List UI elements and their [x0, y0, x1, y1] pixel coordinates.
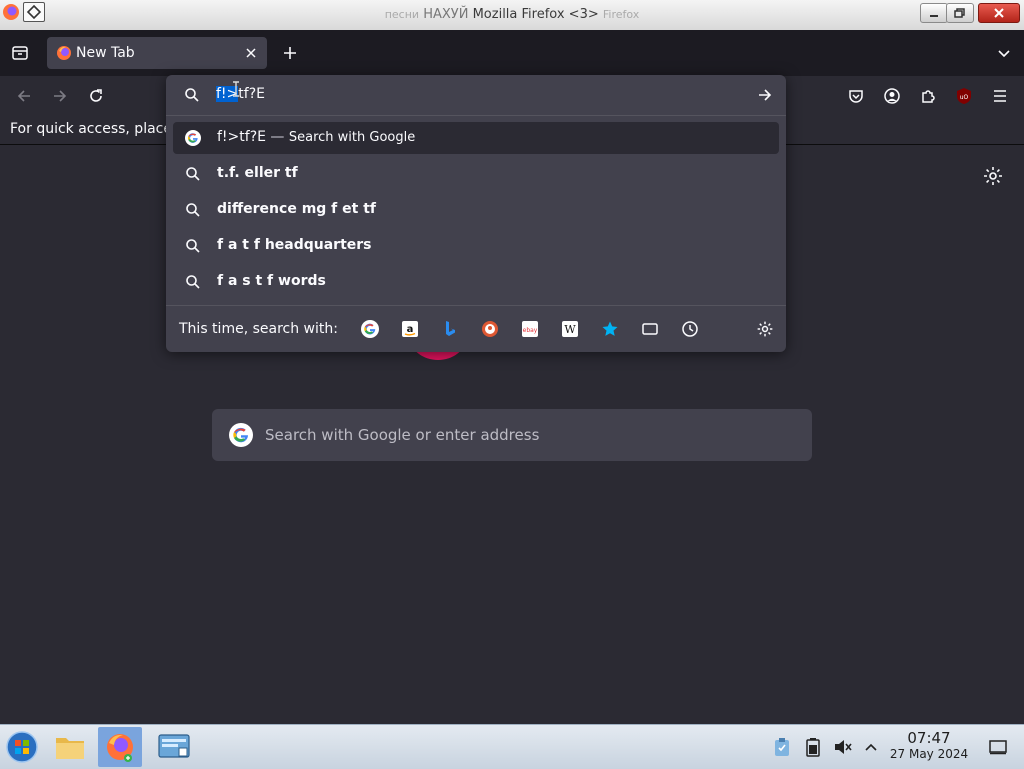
- google-icon[interactable]: [361, 320, 379, 338]
- volume-muted-icon[interactable]: [833, 737, 853, 757]
- close-window-button[interactable]: [978, 3, 1020, 23]
- history-icon[interactable]: [681, 320, 699, 338]
- urlbar-input[interactable]: f!>tf?E: [166, 75, 786, 116]
- svg-text:a: a: [407, 324, 414, 335]
- result-row-suggestion[interactable]: difference mg f et tf: [173, 194, 779, 226]
- taskbar: 07:47 27 May 2024: [0, 724, 1024, 769]
- firefox-view-button[interactable]: [5, 38, 35, 68]
- start-menu-button[interactable]: [0, 727, 44, 767]
- tray-expand-icon[interactable]: [861, 737, 881, 757]
- search-settings-gear-icon[interactable]: [756, 320, 774, 338]
- result-row-search-google[interactable]: f!>tf?E — Search with Google: [173, 122, 779, 154]
- tab-strip: New Tab: [0, 30, 1024, 76]
- bookmarks-star-icon[interactable]: [601, 320, 619, 338]
- search-icon: [185, 202, 201, 218]
- result-row-suggestion[interactable]: f a t f headquarters: [173, 230, 779, 262]
- customize-gear-icon[interactable]: [982, 165, 1004, 187]
- google-icon: [185, 130, 201, 146]
- home-search-box[interactable]: Search with Google or enter address: [212, 409, 812, 461]
- wikipedia-icon[interactable]: W: [561, 320, 579, 338]
- tabs-icon[interactable]: [641, 320, 659, 338]
- urlbar-value[interactable]: f!>tf?E: [216, 86, 265, 102]
- reload-button[interactable]: [82, 82, 110, 110]
- search-icon: [185, 238, 201, 254]
- forward-button[interactable]: [46, 82, 74, 110]
- bing-icon[interactable]: [441, 320, 459, 338]
- terminal-icon[interactable]: [152, 727, 196, 767]
- ublock-origin-icon[interactable]: uO: [950, 82, 978, 110]
- maximize-button[interactable]: [946, 3, 974, 23]
- clock-time: 07:47: [907, 729, 951, 747]
- one-off-search-bar: This time, search with: a ebay W: [166, 305, 786, 353]
- list-all-tabs-button[interactable]: [989, 38, 1019, 68]
- svg-text:ebay: ebay: [523, 327, 538, 334]
- text-cursor-icon: [232, 81, 240, 97]
- result-row-suggestion[interactable]: f a s t f words: [173, 266, 779, 298]
- home-search-placeholder: Search with Google or enter address: [265, 426, 540, 444]
- extensions-icon[interactable]: [914, 82, 942, 110]
- go-arrow-icon[interactable]: [756, 86, 774, 104]
- pocket-icon[interactable]: [842, 82, 870, 110]
- clock-date: 27 May 2024: [889, 747, 969, 761]
- search-icon: [184, 87, 200, 103]
- firefox-taskbar-icon[interactable]: [98, 727, 142, 767]
- urlbar-dropdown: f!>tf?E f!>tf?E — Search with Google t.f…: [166, 75, 786, 352]
- close-tab-icon[interactable]: [243, 45, 259, 61]
- show-desktop-icon[interactable]: [988, 737, 1008, 757]
- search-icon: [185, 274, 201, 290]
- result-row-suggestion[interactable]: t.f. eller tf: [173, 158, 779, 190]
- file-manager-icon[interactable]: [48, 727, 92, 767]
- result-text: f a t f headquarters: [217, 237, 372, 253]
- minimize-button[interactable]: [920, 3, 948, 23]
- urlbar-unselected-text: tf?E: [238, 86, 265, 102]
- app-menu-button[interactable]: [986, 82, 1014, 110]
- firefox-icon: [56, 45, 72, 61]
- ebay-icon[interactable]: ebay: [521, 320, 539, 338]
- amazon-icon[interactable]: a: [401, 320, 419, 338]
- clipboard-icon[interactable]: [772, 737, 792, 757]
- bookmarks-hint-text: For quick access, place: [10, 121, 172, 137]
- duckduckgo-icon[interactable]: [481, 320, 499, 338]
- result-text: f a s t f words: [217, 273, 326, 289]
- one-off-label: This time, search with:: [179, 321, 338, 337]
- search-icon: [185, 166, 201, 182]
- tab-label: New Tab: [76, 45, 135, 61]
- battery-icon[interactable]: [803, 737, 823, 757]
- result-text: difference mg f et tf: [217, 201, 376, 217]
- clock[interactable]: 07:47 27 May 2024: [884, 730, 974, 762]
- new-tab-button[interactable]: [275, 38, 305, 68]
- window-titlebar: песни НАХУЙ Mozilla Firefox <3> Firefox: [0, 0, 1024, 31]
- google-icon: [229, 423, 253, 447]
- svg-text:W: W: [564, 323, 576, 336]
- tab-new-tab[interactable]: New Tab: [47, 37, 267, 69]
- result-text: f!>tf?E — Search with Google: [217, 129, 416, 145]
- back-button[interactable]: [10, 82, 38, 110]
- svg-text:uO: uO: [960, 94, 969, 101]
- window-title: песни НАХУЙ Mozilla Firefox <3> Firefox: [384, 7, 640, 22]
- account-icon[interactable]: [878, 82, 906, 110]
- result-text: t.f. eller tf: [217, 165, 298, 181]
